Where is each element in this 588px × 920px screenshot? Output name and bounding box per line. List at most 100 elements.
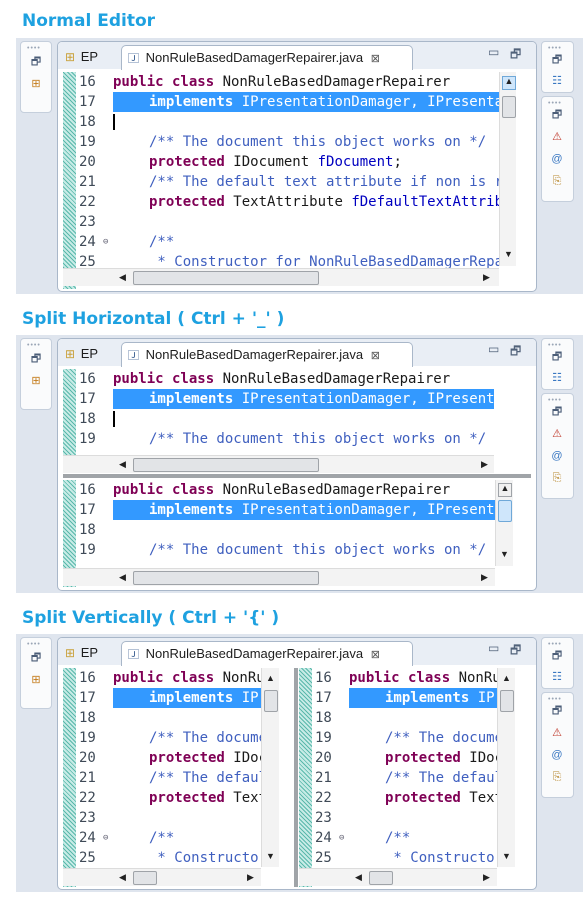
tab-ep[interactable]: ⊞ EP xyxy=(62,45,114,69)
scroll-down-arrow[interactable]: ▼ xyxy=(500,550,509,559)
restore-icon[interactable]: 🗗 xyxy=(551,109,563,121)
horizontal-scroll-thumb[interactable] xyxy=(133,871,157,885)
minimize-icon[interactable]: ▭ xyxy=(488,45,499,59)
maximize-icon[interactable]: 🗗 xyxy=(510,45,521,66)
outline-icon[interactable]: ☷ xyxy=(551,75,563,87)
quick-diff-ruler xyxy=(63,72,76,289)
right-trim-stack-bottom: •••• 🗗 ⚠ @ ⎘ xyxy=(541,393,574,499)
declaration-icon[interactable]: ⎘ xyxy=(551,771,563,783)
restore-icon[interactable]: 🗗 xyxy=(30,353,42,365)
horizontal-scroll-thumb[interactable] xyxy=(369,871,393,885)
vertical-scroll-thumb[interactable] xyxy=(264,690,278,712)
tab-ep[interactable]: ⊞ EP xyxy=(62,641,114,665)
horizontal-scrollbar[interactable]: ◀ ▶ xyxy=(63,455,494,473)
scroll-left-arrow[interactable]: ◀ xyxy=(119,873,126,882)
scroll-down-arrow[interactable]: ▼ xyxy=(504,250,513,259)
scroll-left-arrow[interactable]: ◀ xyxy=(119,273,126,282)
vertical-scrollbar[interactable]: ▲ ▼ xyxy=(495,480,513,566)
heading-normal-editor: Normal Editor xyxy=(22,11,156,31)
code-text[interactable]: public class NonRuleBasedDamagerRepairer… xyxy=(113,369,494,453)
tab-java-file[interactable]: 🄹 NonRuleBasedDamagerRepairer.java ⊠ xyxy=(121,641,413,666)
editor-pane-top[interactable]: 16 17 18 19 public class NonRuleBasedDam… xyxy=(63,369,494,473)
horizontal-scroll-thumb[interactable] xyxy=(133,271,319,285)
restore-icon[interactable]: 🗗 xyxy=(551,406,563,418)
scroll-down-arrow[interactable]: ▼ xyxy=(502,852,511,861)
editor-tab-bar: ⊞ EP 🄹 NonRuleBasedDamagerRepairer.java … xyxy=(58,638,536,666)
close-icon[interactable]: ⊠ xyxy=(371,350,380,362)
code-text[interactable]: public class NonRuleBasedDamagerRepairer… xyxy=(113,480,495,566)
vertical-split-sash[interactable] xyxy=(294,668,298,887)
package-explorer-icon: ⊞ xyxy=(65,347,76,361)
code-text[interactable]: public class NonRuleBasedDamagerRepairer… xyxy=(113,668,261,867)
horizontal-scrollbar[interactable]: ◀ ▶ xyxy=(63,568,495,586)
declaration-icon[interactable]: ⎘ xyxy=(551,472,563,484)
restore-icon[interactable]: 🗗 xyxy=(551,351,563,363)
outline-icon[interactable]: ☷ xyxy=(551,671,563,683)
vertical-scrollbar[interactable]: ▲ ▼ xyxy=(499,72,516,266)
scroll-right-arrow[interactable]: ▶ xyxy=(483,873,490,882)
right-trim-stack-top: •••• 🗗 ☷ xyxy=(541,41,574,93)
editor-pane[interactable]: 16 17 18 19 20 21 22 23 24 25 ⊖ public c… xyxy=(63,72,516,289)
scroll-left-arrow[interactable]: ◀ xyxy=(119,460,126,469)
javadoc-icon[interactable]: @ xyxy=(551,153,563,165)
horizontal-scrollbar[interactable]: ◀ ▶ xyxy=(63,268,499,286)
editor-tab-bar: ⊞ EP 🄹 NonRuleBasedDamagerRepairer.java … xyxy=(58,339,536,367)
scroll-right-arrow[interactable]: ▶ xyxy=(481,573,488,582)
scroll-right-arrow[interactable]: ▶ xyxy=(481,460,488,469)
minimize-icon[interactable]: ▭ xyxy=(488,641,499,655)
close-icon[interactable]: ⊠ xyxy=(371,53,380,65)
restore-icon[interactable]: 🗗 xyxy=(30,56,42,68)
scroll-left-arrow[interactable]: ◀ xyxy=(355,873,362,882)
problems-icon[interactable]: ⚠ xyxy=(551,428,563,440)
hierarchy-icon[interactable]: ⊞ xyxy=(30,375,42,387)
editor-pane-bottom[interactable]: 16 17 18 19 public class NonRuleBasedDam… xyxy=(63,480,516,587)
scroll-right-arrow[interactable]: ▶ xyxy=(247,873,254,882)
vertical-scrollbar[interactable]: ▲ ▼ xyxy=(261,668,279,867)
hierarchy-icon[interactable]: ⊞ xyxy=(30,78,42,90)
scroll-up-arrow[interactable]: ▲ xyxy=(266,674,275,683)
editor-tab-bar: ⊞ EP 🄹 NonRuleBasedDamagerRepairer.java … xyxy=(58,42,536,70)
horizontal-split-sash[interactable] xyxy=(63,474,531,478)
editor-normal: ⊞ EP 🄹 NonRuleBasedDamagerRepairer.java … xyxy=(57,41,537,292)
horizontal-scroll-thumb[interactable] xyxy=(133,571,319,585)
right-trim-stack-top: •••• 🗗 ☷ xyxy=(541,338,574,390)
outline-icon[interactable]: ☷ xyxy=(551,372,563,384)
vertical-scroll-thumb[interactable] xyxy=(500,690,514,712)
vertical-scrollbar[interactable]: ▲ ▼ xyxy=(497,668,515,867)
editor-pane-left[interactable]: 16 17 18 19 20 21 22 23 24 25 ⊖ public c… xyxy=(63,668,291,887)
hierarchy-icon[interactable]: ⊞ xyxy=(30,674,42,686)
horizontal-scrollbar[interactable]: ◀ ▶ xyxy=(63,868,261,886)
maximize-icon[interactable]: 🗗 xyxy=(510,342,521,363)
scroll-right-arrow[interactable]: ▶ xyxy=(483,273,490,282)
minimize-icon[interactable]: ▭ xyxy=(488,342,499,356)
close-icon[interactable]: ⊠ xyxy=(371,649,380,661)
tab-java-file[interactable]: 🄹 NonRuleBasedDamagerRepairer.java ⊠ xyxy=(121,342,413,367)
horizontal-scroll-thumb[interactable] xyxy=(133,458,319,472)
javadoc-icon[interactable]: @ xyxy=(551,749,563,761)
restore-icon[interactable]: 🗗 xyxy=(551,705,563,717)
editor-split-horizontal: ⊞ EP 🄹 NonRuleBasedDamagerRepairer.java … xyxy=(57,338,537,591)
tab-ep[interactable]: ⊞ EP xyxy=(62,342,114,366)
scroll-left-arrow[interactable]: ◀ xyxy=(119,573,126,582)
scroll-up-arrow[interactable]: ▲ xyxy=(502,674,511,683)
declaration-icon[interactable]: ⎘ xyxy=(551,175,563,187)
vertical-scroll-thumb[interactable] xyxy=(498,500,512,522)
left-trim-stack: •••• 🗗 ⊞ xyxy=(20,338,52,410)
problems-icon[interactable]: ⚠ xyxy=(551,727,563,739)
scroll-up-arrow[interactable]: ▲ xyxy=(498,483,512,497)
code-text[interactable]: public class NonRuleBasedDamagerRepairer… xyxy=(113,72,516,289)
problems-icon[interactable]: ⚠ xyxy=(551,131,563,143)
right-trim-stack-bottom: •••• 🗗 ⚠ @ ⎘ xyxy=(541,96,574,202)
vertical-scroll-thumb[interactable] xyxy=(502,96,516,118)
maximize-icon[interactable]: 🗗 xyxy=(510,641,521,662)
scroll-up-arrow[interactable]: ▲ xyxy=(502,76,516,90)
javadoc-icon[interactable]: @ xyxy=(551,450,563,462)
editor-pane-right[interactable]: 16 17 18 19 20 21 22 23 24 25 ⊖ public c… xyxy=(299,668,533,887)
horizontal-scrollbar[interactable]: ◀ ▶ xyxy=(299,868,497,886)
restore-icon[interactable]: 🗗 xyxy=(30,652,42,664)
restore-icon[interactable]: 🗗 xyxy=(551,650,563,662)
tab-java-file[interactable]: 🄹 NonRuleBasedDamagerRepairer.java ⊠ xyxy=(121,45,413,70)
code-text[interactable]: public class NonRuleBasedDamagerRepairer… xyxy=(349,668,497,867)
restore-icon[interactable]: 🗗 xyxy=(551,54,563,66)
scroll-down-arrow[interactable]: ▼ xyxy=(266,852,275,861)
